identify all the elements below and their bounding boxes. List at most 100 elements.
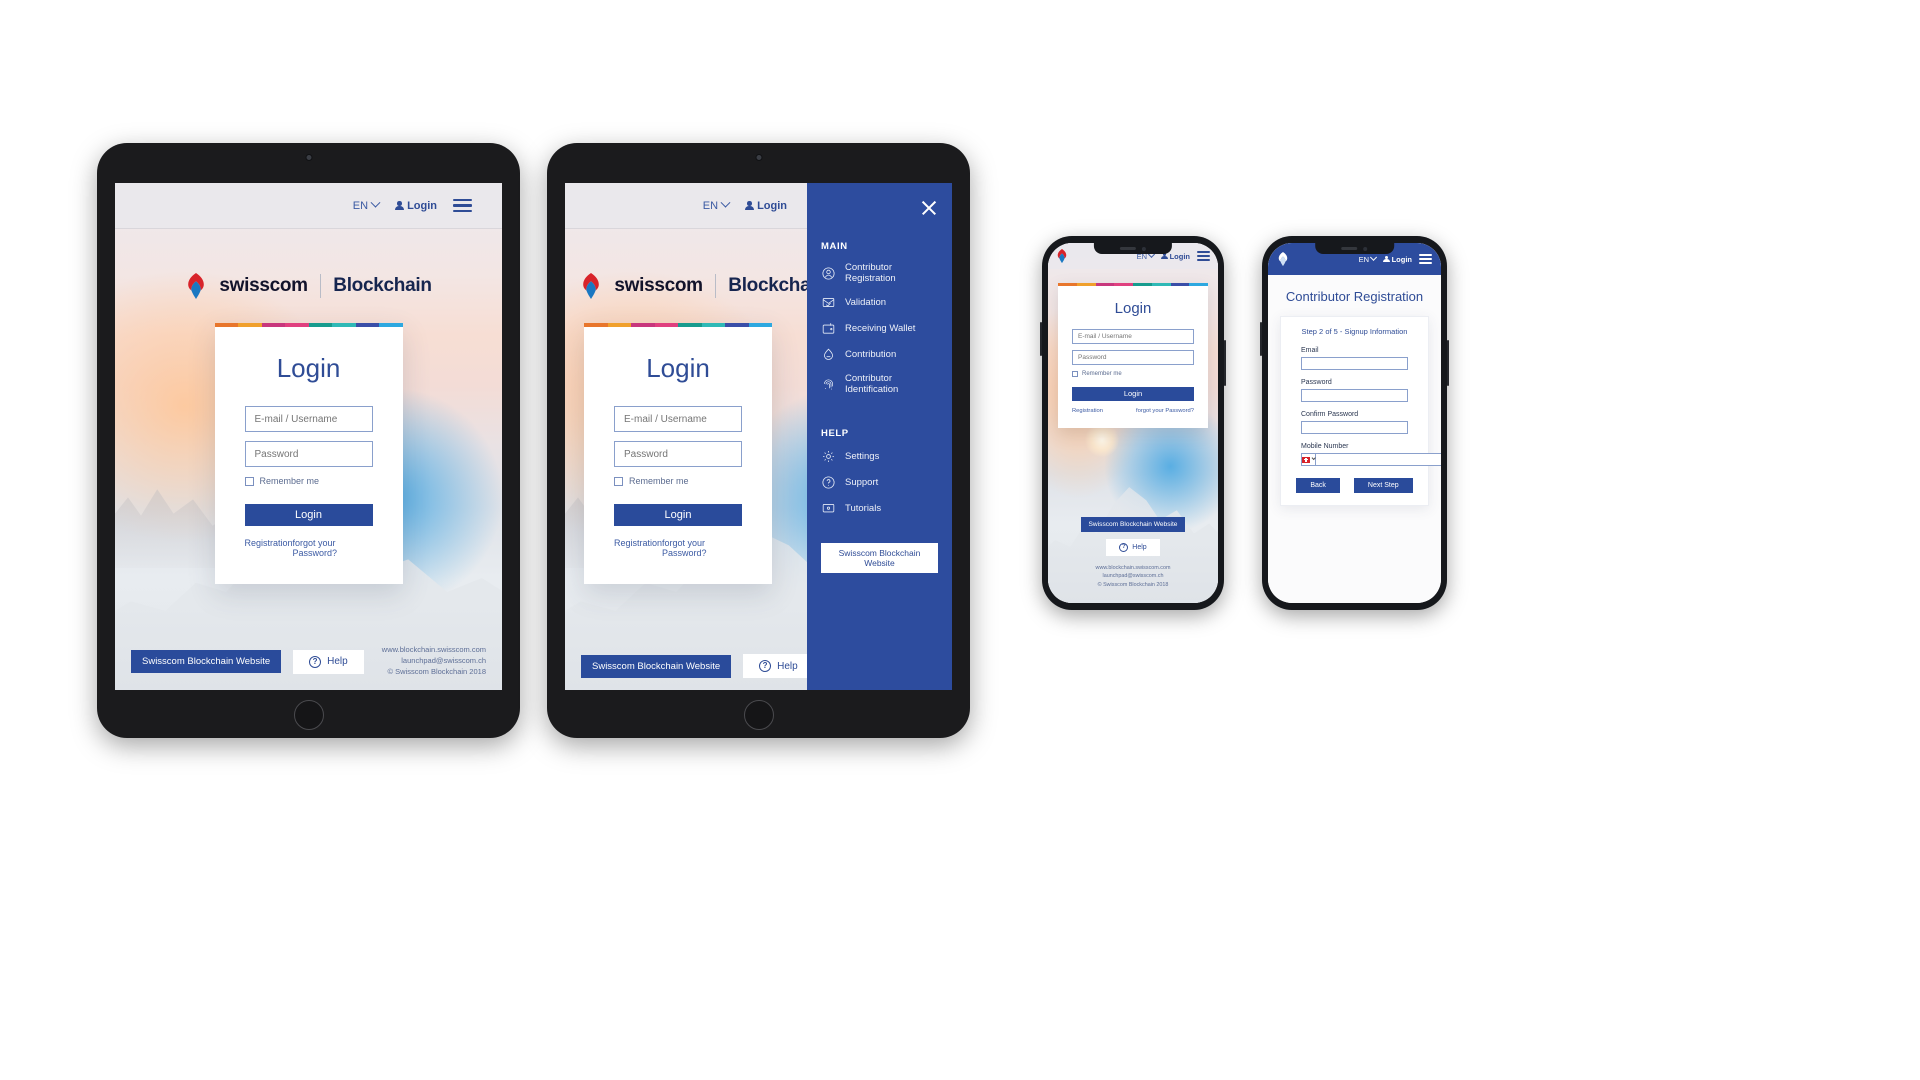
registration-link[interactable]: Registration (245, 538, 293, 558)
phone-volume-button[interactable] (1040, 322, 1042, 356)
forgot-password-link[interactable]: forgot your Password? (293, 538, 373, 558)
page-title: Login (1114, 300, 1152, 317)
phone-volume-button[interactable] (1260, 322, 1262, 356)
drawer-website-button[interactable]: Swisscom Blockchain Website (821, 543, 938, 573)
forgot-password-link[interactable]: forgot your Password? (662, 538, 742, 558)
footer-bar: Swisscom Blockchain Website ? Help (565, 642, 814, 690)
login-nav-label: Login (1169, 251, 1190, 261)
phone-power-button[interactable] (1224, 340, 1226, 386)
card-links: Registration forgot your Password? (245, 538, 373, 558)
swisscom-website-button[interactable]: Swisscom Blockchain Website (1080, 516, 1186, 532)
email-field[interactable] (1072, 329, 1194, 344)
registration-link[interactable]: Registration (1072, 408, 1103, 414)
swisscom-website-button[interactable]: Swisscom Blockchain Website (581, 654, 732, 678)
email-field[interactable] (244, 406, 373, 432)
login-nav-button[interactable]: Login (395, 200, 437, 212)
hamburger-menu-icon[interactable] (1419, 254, 1432, 264)
password-field[interactable] (614, 441, 742, 467)
registration-actions: Back Next Step (1295, 478, 1414, 493)
user-circle-icon (821, 266, 836, 281)
language-selector[interactable]: EN (1358, 253, 1378, 264)
footer-website: www.blockchain.swisscom.com (1095, 564, 1171, 571)
login-nav-button[interactable]: Login (745, 200, 787, 212)
drawer-section-help-heading: HELP (821, 428, 849, 439)
person-icon (395, 201, 405, 210)
footer-website: www.blockchain.swisscom.com (381, 645, 486, 655)
card-links: Registration forgot your Password? (614, 538, 742, 558)
phone-registration-screen: EN Login Contributor Registration Step 2… (1268, 243, 1441, 603)
help-label: Help (777, 660, 798, 672)
password-field[interactable] (244, 441, 373, 467)
menu-item-tutorials[interactable]: Tutorials (821, 501, 938, 516)
next-step-button[interactable]: Next Step (1353, 478, 1413, 493)
remember-me-checkbox[interactable] (1072, 371, 1078, 377)
language-label: EN (352, 199, 369, 212)
help-label: Help (1132, 543, 1147, 551)
help-button[interactable]: ? Help (743, 654, 814, 678)
menu-item-contributor-registration[interactable]: Contributor Registration (821, 262, 938, 284)
footer-email: launchpad@swisscom.ch (1102, 573, 1164, 580)
menu-item-validation[interactable]: Validation (821, 295, 938, 310)
person-icon (1383, 255, 1390, 263)
remember-me-checkbox[interactable] (614, 476, 623, 486)
login-app-with-menu: EN Login swisscom Blockchain Login E-mai… (565, 183, 952, 690)
help-button[interactable]: ? Help (1106, 538, 1160, 556)
registration-link[interactable]: Registration (614, 538, 662, 558)
language-selector[interactable]: EN (352, 197, 381, 212)
phone-power-button[interactable] (1447, 340, 1449, 386)
country-code-select[interactable] (1301, 453, 1317, 466)
footer-copyright: © Swisscom Blockchain 2018 (1097, 581, 1169, 588)
remember-me-row[interactable]: Remember me (1072, 371, 1194, 377)
tablet-home-button[interactable] (743, 700, 774, 730)
tablet-camera-icon (305, 154, 312, 161)
login-submit-button[interactable]: Login (1072, 387, 1194, 401)
mockup-stage: EN Login swisscom Blockchain Login E-mai… (0, 0, 1920, 1080)
password-field[interactable] (1072, 350, 1194, 365)
mobile-number-label: Mobile Number (1301, 443, 1349, 450)
tablet-login-screen: EN Login swisscom Blockchain Login E-mai… (115, 183, 502, 690)
login-nav-button[interactable]: Login (1383, 255, 1412, 264)
footer-email: launchpad@swisscom.ch (401, 656, 486, 666)
menu-item-label: Contributor Identification (845, 373, 899, 395)
remember-me-row[interactable]: Remember me (244, 476, 373, 486)
language-label: EN (702, 199, 719, 212)
forgot-password-link[interactable]: forgot your Password? (1136, 408, 1194, 414)
help-button[interactable]: ? Help (293, 649, 364, 674)
phone-registration-device: EN Login Contributor Registration Step 2… (1260, 236, 1449, 610)
swisscom-lifeform-logo (580, 273, 602, 299)
confirm-password-field[interactable] (1301, 421, 1408, 434)
menu-item-support[interactable]: Support (821, 475, 938, 490)
login-submit-button[interactable]: Login (244, 504, 373, 526)
remember-me-row[interactable]: Remember me (614, 476, 742, 486)
menu-item-contributor-identification[interactable]: Contributor Identification (821, 373, 938, 395)
menu-item-label: Contribution (845, 349, 897, 360)
email-field[interactable] (1301, 357, 1408, 370)
password-field[interactable] (1301, 389, 1408, 402)
hamburger-menu-icon[interactable] (1197, 251, 1210, 261)
menu-item-settings[interactable]: Settings (821, 449, 938, 464)
login-app: EN Login swisscom Blockchain Login E-mai… (115, 183, 502, 690)
remember-me-checkbox[interactable] (244, 476, 254, 486)
email-field[interactable] (614, 406, 742, 432)
swisscom-website-button[interactable]: Swisscom Blockchain Website (131, 650, 282, 674)
back-button[interactable]: Back (1296, 478, 1340, 493)
language-label: EN (1358, 254, 1370, 264)
menu-item-receiving-wallet[interactable]: Receiving Wallet (821, 321, 938, 336)
language-selector[interactable]: EN (702, 197, 731, 212)
brand-divider (714, 274, 717, 298)
hamburger-menu-icon[interactable] (453, 199, 472, 212)
mobile-number-field[interactable] (1315, 453, 1441, 466)
presentation-screen-icon (821, 501, 836, 516)
fingerprint-icon (821, 377, 836, 392)
tablet-menu-screen: EN Login swisscom Blockchain Login E-mai… (565, 183, 952, 690)
brand-divider (319, 274, 322, 298)
card-links: Registration forgot your Password? (1072, 408, 1194, 414)
menu-item-label: Tutorials (845, 503, 882, 514)
tablet-home-button[interactable] (293, 700, 324, 730)
card-color-stripe (214, 323, 403, 327)
login-submit-button[interactable]: Login (614, 504, 742, 526)
phone-camera-icon (1363, 246, 1368, 251)
menu-item-contribution[interactable]: Contribution (821, 347, 938, 362)
footer-meta: www.blockchain.swisscom.com launchpad@sw… (1048, 564, 1218, 589)
close-x-icon[interactable] (920, 199, 938, 217)
